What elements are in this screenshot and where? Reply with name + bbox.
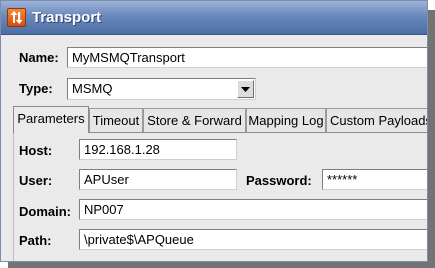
path-label: Path: (19, 233, 52, 248)
name-input[interactable]: MyMSMQTransport (67, 47, 427, 68)
user-input[interactable]: APUser (79, 169, 237, 190)
type-select[interactable]: MSMQ (67, 78, 256, 100)
chevron-down-icon[interactable] (237, 80, 254, 98)
type-label: Type: (19, 81, 53, 96)
name-label: Name: (19, 50, 59, 65)
transport-dialog: Transport Name: MyMSMQTransport Type: MS… (0, 0, 428, 262)
password-input[interactable]: ****** (322, 169, 427, 190)
tab-store-and-forward[interactable]: Store & Forward (143, 108, 246, 132)
tab-mapping-log[interactable]: Mapping Log (246, 108, 326, 132)
user-label: User: (19, 173, 53, 188)
path-input[interactable]: \private$\APQueue (79, 229, 427, 250)
domain-input[interactable]: NP007 (79, 199, 427, 220)
tab-timeout[interactable]: Timeout (89, 108, 143, 132)
host-input[interactable]: 192.168.1.28 (79, 139, 237, 160)
title-bar[interactable]: Transport (1, 1, 427, 35)
tab-custom-payloads[interactable]: Custom Payloads (326, 108, 427, 132)
domain-label: Domain: (19, 204, 71, 219)
host-label: Host: (19, 143, 53, 158)
tab-parameters[interactable]: Parameters (13, 106, 89, 133)
dialog-content: Name: MyMSMQTransport Type: MSMQ Paramet… (1, 36, 427, 261)
window-title: Transport (32, 9, 102, 26)
type-select-value: MSMQ (72, 81, 113, 96)
password-label: Password: (246, 173, 312, 188)
transport-arrows-icon (7, 8, 26, 27)
